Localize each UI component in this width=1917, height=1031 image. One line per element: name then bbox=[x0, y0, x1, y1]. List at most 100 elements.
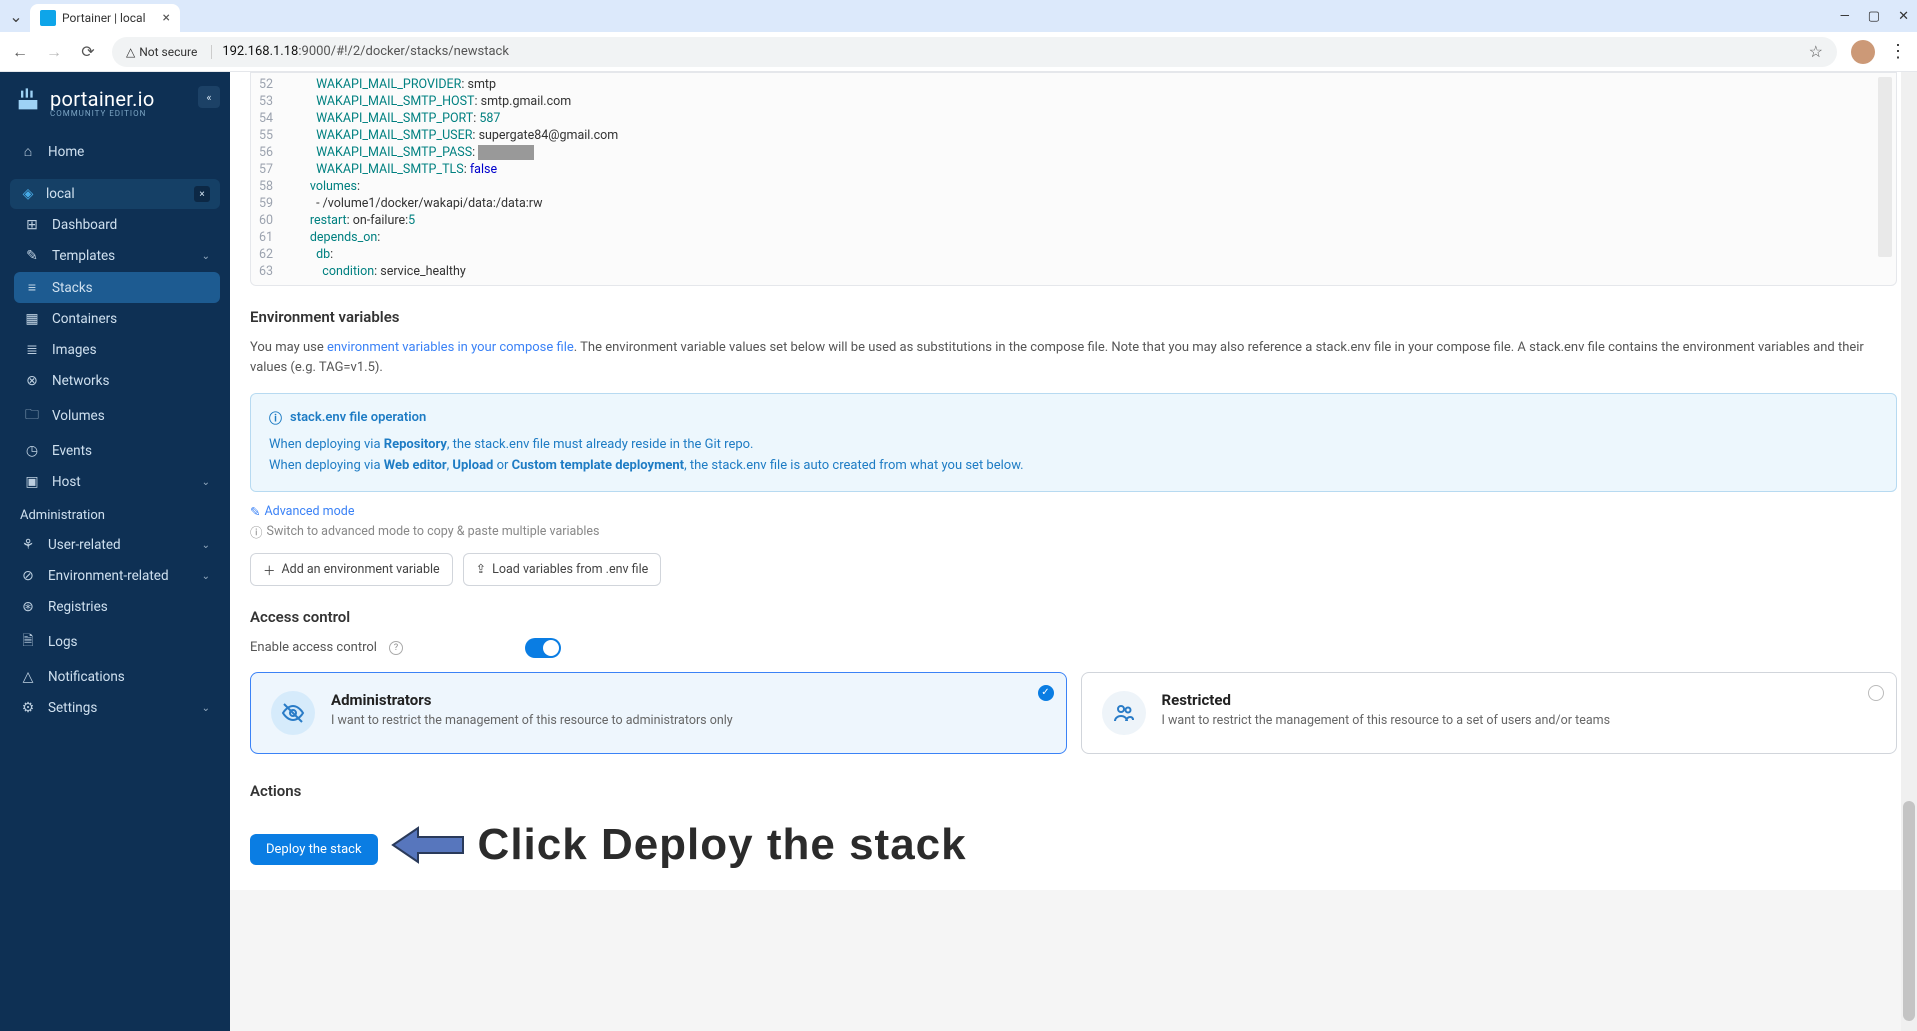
sidebar-admin-registries[interactable]: ⊛Registries bbox=[10, 592, 220, 622]
sidebar-item-home[interactable]: ⌂ Home bbox=[10, 136, 220, 167]
check-icon: ✓ bbox=[1038, 685, 1054, 701]
tab-close-icon[interactable]: × bbox=[163, 10, 170, 26]
sidebar-item-volumes[interactable]: 🗀Volumes bbox=[14, 397, 220, 435]
advanced-mode-hint: ⓘSwitch to advanced mode to copy & paste… bbox=[250, 522, 1897, 541]
url-text: 192.168.1.18:9000/#!/2/docker/stacks/new… bbox=[222, 44, 509, 59]
sidebar-item-dashboard[interactable]: ⊞Dashboard bbox=[14, 210, 220, 240]
logo-icon bbox=[14, 86, 42, 118]
plus-icon: ＋ bbox=[263, 560, 276, 579]
code-lines[interactable]: WAKAPI_MAIL_PROVIDER: smtp WAKAPI_MAIL_S… bbox=[285, 77, 1896, 281]
help-icon[interactable]: ? bbox=[389, 641, 403, 655]
sidebar-collapse-icon[interactable]: « bbox=[198, 86, 220, 108]
nav-reload-icon[interactable]: ⟳ bbox=[78, 42, 98, 61]
bookmark-star-icon[interactable]: ☆ bbox=[1809, 42, 1823, 61]
sidebar-item-containers[interactable]: ▦Containers bbox=[14, 304, 220, 334]
sidebar-admin-user-related[interactable]: ⚘User-related⌄ bbox=[10, 530, 220, 560]
stackenv-info-box: ⓘ stack.env file operation When deployin… bbox=[250, 393, 1897, 492]
restricted-card-title: Restricted bbox=[1162, 691, 1611, 709]
nav-icon: ⊞ bbox=[24, 217, 40, 233]
admin-section-label: Administration bbox=[10, 498, 220, 529]
admin-card-desc: I want to restrict the management of thi… bbox=[331, 713, 733, 728]
address-bar[interactable]: △ Not secure 192.168.1.18:9000/#!/2/dock… bbox=[112, 37, 1837, 67]
tab-dropdown-icon[interactable]: ⌄ bbox=[8, 8, 24, 24]
access-control-title: Access control bbox=[250, 608, 1897, 626]
users-icon bbox=[1102, 691, 1146, 735]
nav-icon: ⚘ bbox=[20, 537, 36, 553]
window-maximize-icon[interactable]: ▢ bbox=[1868, 9, 1880, 24]
code-editor[interactable]: 525354555657585960616263 WAKAPI_MAIL_PRO… bbox=[250, 72, 1897, 286]
sidebar-admin-notifications[interactable]: △Notifications bbox=[10, 662, 220, 692]
editor-scrollbar[interactable] bbox=[1878, 77, 1892, 257]
eye-off-icon bbox=[271, 691, 315, 735]
nav-icon: ≡ bbox=[24, 279, 40, 296]
scrollbar-thumb[interactable] bbox=[1903, 801, 1915, 1021]
restricted-card-desc: I want to restrict the management of thi… bbox=[1162, 713, 1611, 728]
info-icon: ⓘ bbox=[269, 408, 282, 427]
nav-forward-icon: → bbox=[44, 42, 64, 62]
warning-icon: △ bbox=[126, 45, 135, 59]
line-gutter: 525354555657585960616263 bbox=[251, 77, 285, 281]
tab-favicon-icon bbox=[40, 10, 56, 26]
deploy-stack-button[interactable]: Deploy the stack bbox=[250, 834, 378, 865]
nav-icon: ⊘ bbox=[20, 568, 36, 584]
sidebar-item-images[interactable]: ≣Images bbox=[14, 335, 220, 365]
logo-text: portainer.io bbox=[50, 87, 155, 111]
window-minimize-icon[interactable]: — bbox=[1840, 9, 1850, 24]
env-close-icon[interactable]: × bbox=[194, 186, 210, 202]
logo[interactable]: portainer.io COMMUNITY EDITION bbox=[10, 86, 220, 118]
sidebar-environment[interactable]: ◈ local × bbox=[10, 179, 220, 209]
nav-icon: ⊛ bbox=[20, 599, 36, 615]
nav-icon: ⊗ bbox=[24, 373, 40, 389]
nav-icon: ▦ bbox=[24, 311, 40, 327]
annotation-text: Click Deploy the stack bbox=[478, 820, 967, 870]
window-close-icon[interactable]: ✕ bbox=[1898, 9, 1909, 24]
security-indicator[interactable]: △ Not secure bbox=[126, 45, 212, 59]
browser-menu-icon[interactable]: ⋮ bbox=[1889, 41, 1907, 62]
sidebar-item-networks[interactable]: ⊗Networks bbox=[14, 366, 220, 396]
annotation-arrow-icon bbox=[388, 820, 468, 870]
nav-back-icon[interactable]: ← bbox=[10, 42, 30, 62]
env-vars-doc-link[interactable]: environment variables in your compose fi… bbox=[327, 340, 574, 355]
main-content: 525354555657585960616263 WAKAPI_MAIL_PRO… bbox=[230, 72, 1917, 1031]
chevron-down-icon: ⌄ bbox=[202, 477, 210, 488]
nav-icon: ◷ bbox=[24, 443, 40, 459]
nav-icon: 🗀 bbox=[24, 404, 40, 428]
sidebar-admin-settings[interactable]: ⚙Settings⌄ bbox=[10, 693, 220, 723]
upload-icon: ⇪ bbox=[476, 561, 486, 577]
nav-icon: ≣ bbox=[24, 342, 40, 358]
sidebar-item-host[interactable]: ▣Host⌄ bbox=[14, 467, 220, 497]
sidebar-admin-logs[interactable]: 🗎Logs bbox=[10, 623, 220, 661]
nav-icon: ✎ bbox=[24, 248, 40, 264]
chevron-down-icon: ⌄ bbox=[202, 703, 210, 714]
nav-icon: ⚙ bbox=[20, 700, 36, 716]
enable-access-toggle[interactable] bbox=[525, 638, 561, 658]
nav-icon: △ bbox=[20, 669, 36, 685]
browser-toolbar: ← → ⟳ △ Not secure 192.168.1.18:9000/#!/… bbox=[0, 32, 1917, 72]
chevron-down-icon: ⌄ bbox=[202, 251, 210, 262]
add-env-var-button[interactable]: ＋Add an environment variable bbox=[250, 553, 453, 586]
logo-edition: COMMUNITY EDITION bbox=[50, 109, 155, 118]
sidebar-admin-environment-related[interactable]: ⊘Environment-related⌄ bbox=[10, 561, 220, 591]
sidebar: « portainer.io COMMUNITY EDITION ⌂ Home … bbox=[0, 72, 230, 1031]
sidebar-item-events[interactable]: ◷Events bbox=[14, 436, 220, 466]
sidebar-item-templates[interactable]: ✎Templates⌄ bbox=[14, 241, 220, 271]
home-icon: ⌂ bbox=[20, 143, 36, 160]
enable-access-label: Enable access control bbox=[250, 640, 377, 655]
page-scrollbar[interactable] bbox=[1901, 72, 1917, 1031]
actions-title: Actions bbox=[250, 782, 1897, 800]
access-card-administrators[interactable]: ✓ Administrators I want to restrict the … bbox=[250, 672, 1067, 754]
tab-title: Portainer | local bbox=[62, 11, 157, 25]
advanced-mode-link[interactable]: ✎Advanced mode bbox=[250, 504, 1897, 520]
nav-icon: 🗎 bbox=[20, 630, 36, 654]
browser-tab-strip: ⌄ Portainer | local × — ▢ ✕ bbox=[0, 0, 1917, 32]
admin-card-title: Administrators bbox=[331, 691, 733, 709]
profile-avatar[interactable] bbox=[1851, 40, 1875, 64]
chevron-down-icon: ⌄ bbox=[202, 571, 210, 582]
sidebar-item-stacks[interactable]: ≡Stacks bbox=[14, 272, 220, 303]
access-card-restricted[interactable]: Restricted I want to restrict the manage… bbox=[1081, 672, 1898, 754]
browser-tab[interactable]: Portainer | local × bbox=[30, 4, 180, 32]
docker-icon: ◈ bbox=[20, 186, 36, 202]
load-env-file-button[interactable]: ⇪Load variables from .env file bbox=[463, 553, 662, 586]
info-small-icon: ⓘ bbox=[250, 522, 263, 541]
edit-icon: ✎ bbox=[250, 504, 260, 520]
